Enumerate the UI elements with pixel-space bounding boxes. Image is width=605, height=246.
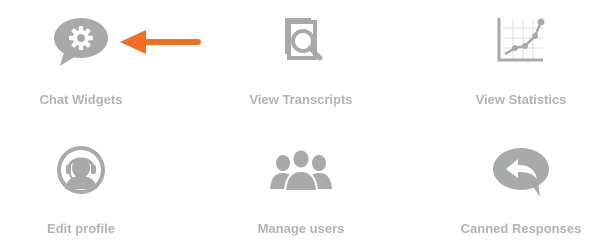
view-transcripts-icon-wrap [211, 16, 391, 78]
document-search-icon [285, 18, 323, 61]
chat-gear-icon [54, 18, 108, 66]
tile-view-transcripts[interactable]: View Transcripts [211, 16, 391, 107]
users-group-icon [270, 148, 332, 192]
line-graph-icon [497, 18, 545, 62]
canned-responses-label: Canned Responses [460, 221, 582, 236]
arrow-left-icon [120, 30, 201, 54]
canned-responses-icon-wrap [431, 145, 605, 207]
tile-edit-profile[interactable]: Edit profile [0, 145, 171, 236]
edit-profile-icon-wrap [0, 145, 171, 207]
view-statistics-label: View Statistics [475, 92, 567, 107]
tile-canned-responses[interactable]: Canned Responses [431, 145, 605, 236]
reply-bubble-icon [493, 148, 549, 197]
view-transcripts-label: View Transcripts [249, 92, 353, 107]
tile-manage-users[interactable]: Manage users [211, 145, 391, 236]
tile-view-statistics[interactable]: View Statistics [431, 16, 605, 107]
headset-user-icon [57, 146, 105, 194]
manage-users-label: Manage users [257, 221, 345, 236]
manage-users-icon-wrap [211, 145, 391, 207]
chat-widgets-label: Chat Widgets [39, 92, 123, 107]
view-statistics-icon-wrap [431, 16, 605, 78]
edit-profile-label: Edit profile [47, 221, 115, 236]
